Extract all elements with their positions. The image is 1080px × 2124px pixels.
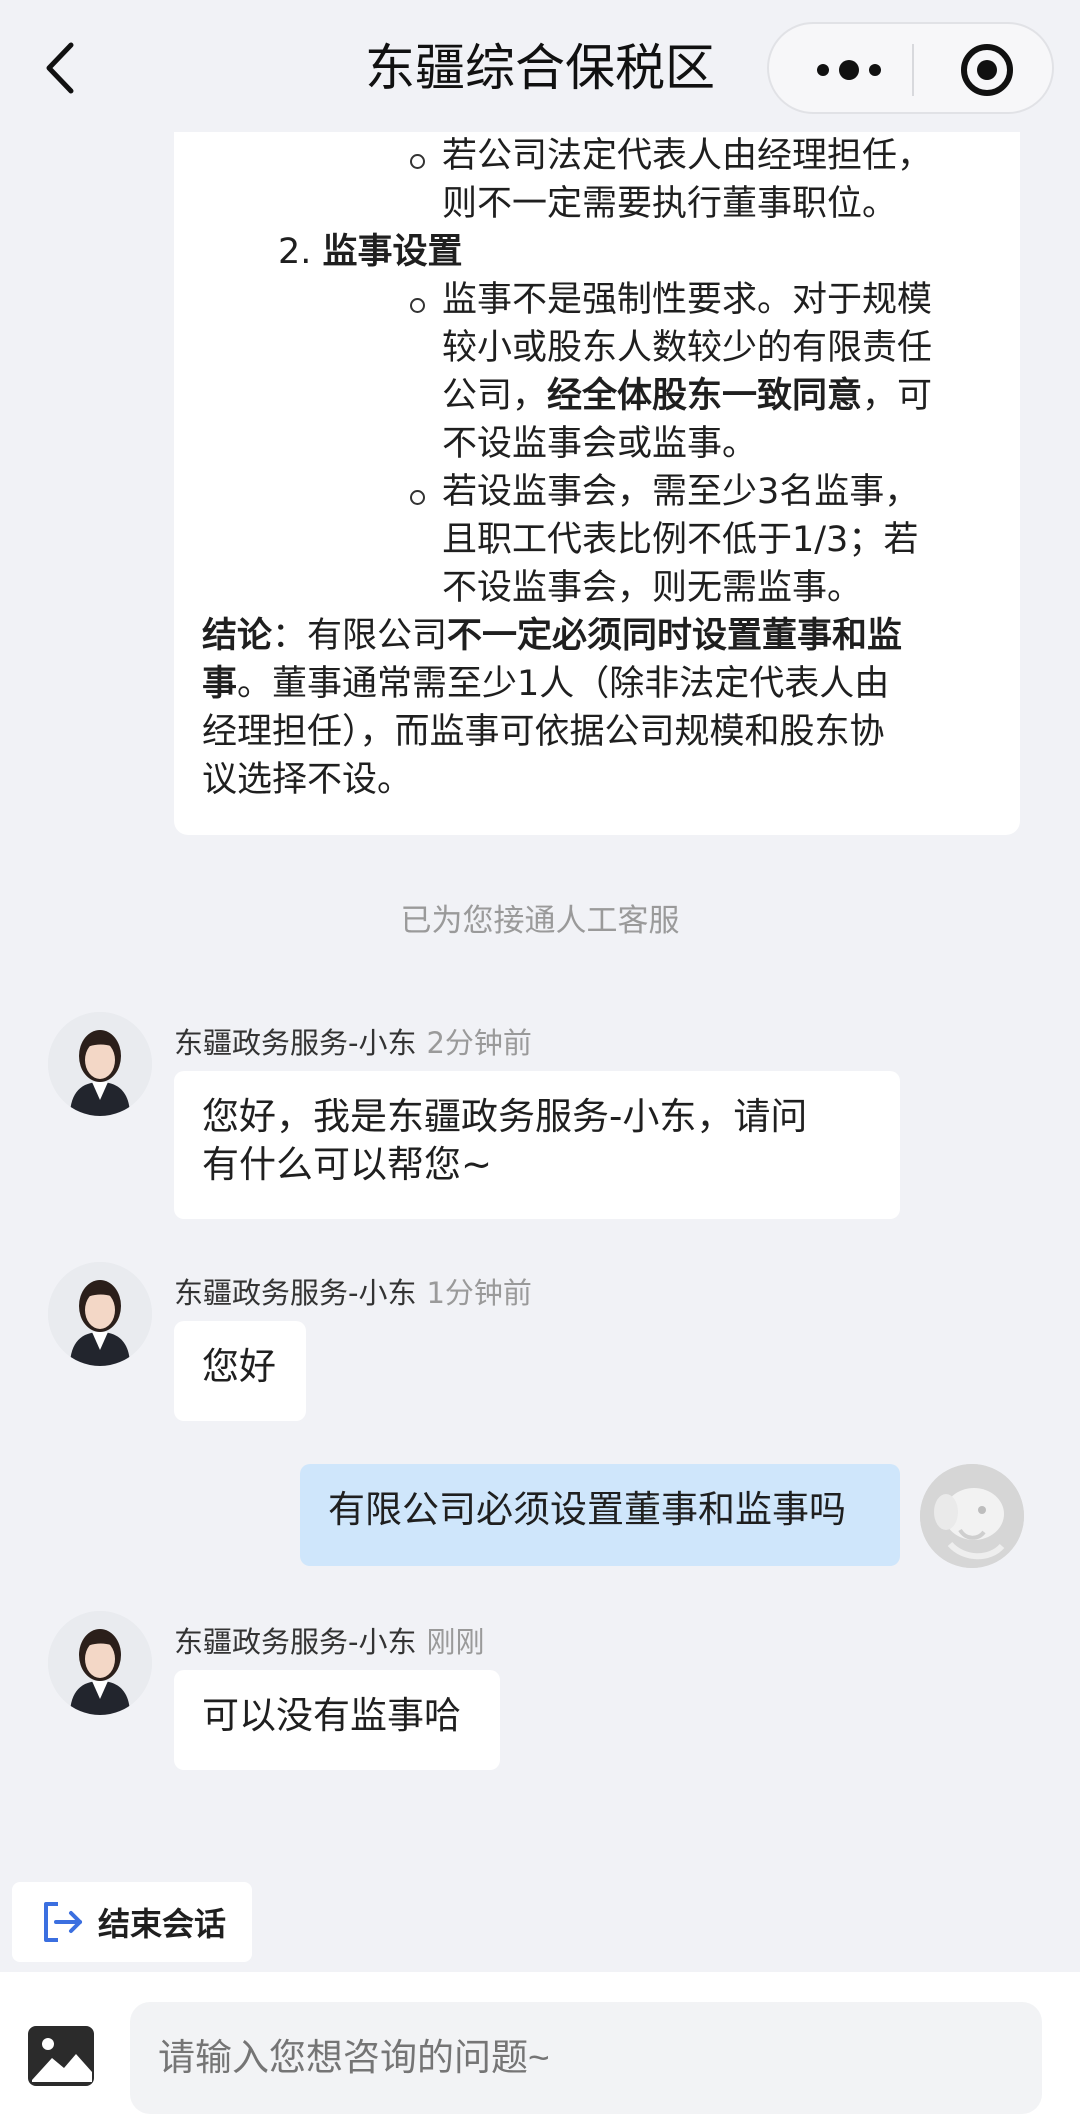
chevron-left-icon [46,42,74,94]
answer-text: 公司， [442,376,548,416]
answer-bold-text: 不一定必须同时设置董事和监 [447,616,903,656]
answer-card: 若公司法定代表人由经理担任， 则不一定需要执行董事职位。 2. 监事设置 监事不… [174,132,1020,835]
sender-info: 东疆政务服务-小东 1分钟前 [174,1273,532,1313]
answer-text: 。董事通常需至少1人（除非法定代表人由 [237,664,890,704]
answer-line: 不设监事会，则无需监事。 [442,568,863,608]
agent-message-bubble: 可以没有监事哈 [174,1670,500,1770]
agent-avatar [48,1012,152,1116]
more-dots-icon [817,60,881,80]
system-notice: 已为您接通人工客服 [400,903,680,939]
message-text: 有限公司必须设置董事和监事吗 [328,1488,846,1531]
end-session-label: 结束会话 [98,1905,227,1943]
message-time: 刚刚 [426,1625,485,1659]
answer-line: 监事不是强制性要求。对于规模 [442,280,933,320]
input-bar [0,1972,1080,2124]
agent-avatar [48,1262,152,1366]
user-message-bubble: 有限公司必须设置董事和监事吗 [300,1464,900,1566]
agent-message-bubble: 您好，我是东疆政务服务-小东，请问 有什么可以帮您~ [174,1071,900,1219]
more-button[interactable] [809,50,889,90]
message-time: 2分钟前 [426,1026,532,1060]
page-title: 东疆综合保税区 [365,39,715,97]
exit-icon [44,1902,82,1942]
sender-name: 东疆政务服务-小东 [174,1026,417,1060]
list-bullet [410,490,425,505]
message-text: 您好，我是东疆政务服务-小东，请问 [202,1095,808,1138]
answer-line: 若公司法定代表人由经理担任， [442,136,933,176]
message-text: 您好 [202,1345,276,1388]
message-time: 1分钟前 [426,1276,532,1310]
answer-line: 公司，经全体股东一致同意，可 [442,372,932,420]
agent-avatar [48,1611,152,1715]
agent-message-bubble: 您好 [174,1321,306,1421]
answer-line: 若设监事会，需至少3名监事， [442,472,920,512]
back-button[interactable] [30,28,90,108]
conclusion-line: 结论：有限公司不一定必须同时设置董事和监 [202,612,902,660]
mini-program-capsule [767,22,1054,114]
sender-name: 东疆政务服务-小东 [174,1625,417,1659]
answer-line: 则不一定需要执行董事职位。 [442,184,898,224]
message-text: 有什么可以帮您~ [202,1143,493,1186]
sender-info: 东疆政务服务-小东 2分钟前 [174,1023,532,1063]
sender-name: 东疆政务服务-小东 [174,1276,417,1310]
answer-text: ：有限公司 [272,616,448,656]
capsule-divider [912,44,914,96]
conclusion-line: 经理担任），而监事可依据公司规模和股东协 [202,712,885,752]
list-item-heading: 2. 监事设置 [278,228,463,276]
conclusion-line: 事。董事通常需至少1人（除非法定代表人由 [202,660,889,708]
conclusion-label: 结论 [202,616,273,656]
conclusion-line: 议选择不设。 [202,760,413,800]
answer-line: 且职工代表比例不低于1/3；若 [442,520,919,560]
sender-info: 东疆政务服务-小东 刚刚 [174,1622,484,1662]
answer-bold-text: 事 [202,664,238,704]
message-text: 可以没有监事哈 [202,1694,461,1737]
list-bullet [410,154,425,169]
list-bullet [410,298,425,313]
answer-bold-text: 经全体股东一致同意 [547,376,863,416]
list-number: 2. [278,232,312,272]
user-avatar [920,1464,1024,1568]
end-session-button[interactable]: 结束会话 [12,1882,252,1962]
image-icon[interactable] [26,2024,96,2088]
answer-line: 不设监事会或监事。 [442,424,758,464]
question-input[interactable] [130,2002,1042,2114]
answer-line: 较小或股东人数较少的有限责任 [442,328,933,368]
target-circle-icon[interactable] [959,42,1015,98]
header-bar: 东疆综合保税区 [0,0,1080,132]
answer-text: ，可 [862,376,933,416]
list-title: 监事设置 [322,232,463,272]
